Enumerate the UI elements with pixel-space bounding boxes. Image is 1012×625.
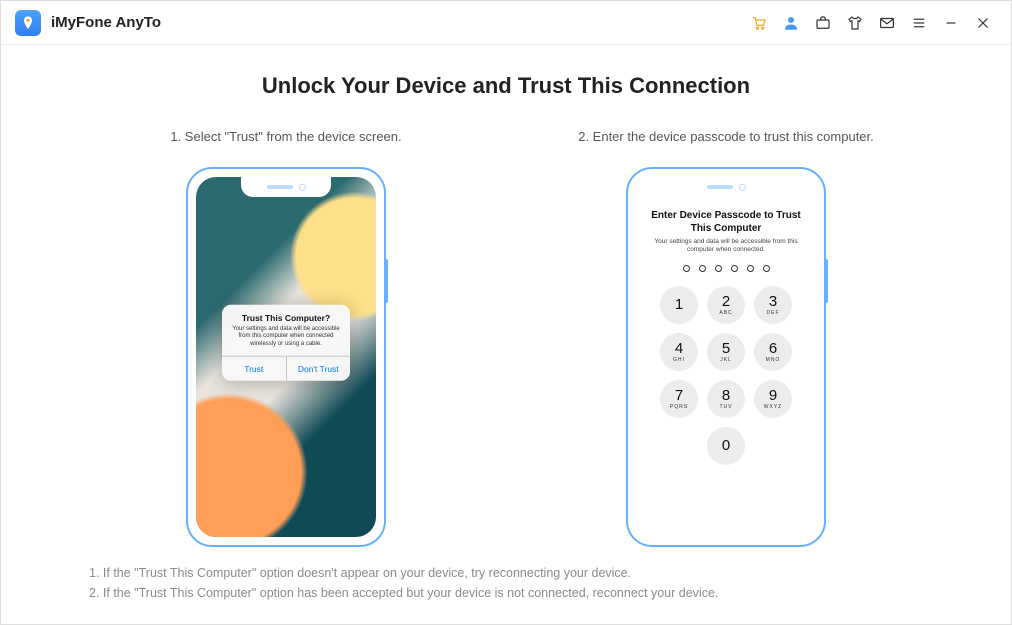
shirt-icon[interactable]	[841, 9, 869, 37]
keypad-key-2[interactable]: 2ABC	[707, 286, 745, 324]
passcode-screen: Enter Device Passcode to Trust This Comp…	[636, 177, 816, 537]
keypad-key-9[interactable]: 9WXYZ	[754, 380, 792, 418]
trust-dialog: Trust This Computer? Your settings and d…	[222, 304, 350, 381]
step1-text: 1. Select "Trust" from the device screen…	[170, 117, 401, 157]
phone-side-button	[824, 259, 828, 303]
keypad-key-6[interactable]: 6MNO	[754, 333, 792, 371]
cart-icon[interactable]	[745, 9, 773, 37]
keypad-key-1[interactable]: 1	[660, 286, 698, 324]
tip-2: 2. If the "Trust This Computer" option h…	[89, 583, 951, 603]
keypad-key-4[interactable]: 4GHI	[660, 333, 698, 371]
tips: 1. If the "Trust This Computer" option d…	[61, 563, 951, 603]
keypad-key-3[interactable]: 3DEF	[754, 286, 792, 324]
step2-column: 2. Enter the device passcode to trust th…	[576, 117, 876, 547]
dont-trust-button[interactable]: Don't Trust	[286, 357, 351, 381]
app-title: iMyFone AnyTo	[51, 14, 161, 31]
phone-illustration-2: Enter Device Passcode to Trust This Comp…	[626, 167, 826, 547]
phone-side-button	[384, 259, 388, 303]
phone-notch	[241, 177, 331, 197]
mail-icon[interactable]	[873, 9, 901, 37]
menu-icon[interactable]	[905, 9, 933, 37]
briefcase-icon[interactable]	[809, 9, 837, 37]
phone-illustration-1: Trust This Computer? Your settings and d…	[186, 167, 386, 547]
keypad: 12ABC3DEF 4GHI5JKL6MNO 7PQRS8TUV9WXYZ0	[636, 286, 816, 465]
main-content: Unlock Your Device and Trust This Connec…	[1, 45, 1011, 615]
keypad-key-0[interactable]: 0	[707, 427, 745, 465]
page-title: Unlock Your Device and Trust This Connec…	[61, 73, 951, 99]
minimize-button[interactable]	[937, 9, 965, 37]
passcode-subtitle: Your settings and data will be accessibl…	[636, 235, 816, 255]
passcode-title: Enter Device Passcode to Trust This Comp…	[636, 209, 816, 235]
keypad-key-7[interactable]: 7PQRS	[660, 380, 698, 418]
dialog-title: Trust This Computer?	[222, 304, 350, 325]
step2-text: 2. Enter the device passcode to trust th…	[578, 117, 874, 157]
passcode-dots	[636, 265, 816, 272]
app-logo	[15, 10, 41, 36]
keypad-key-8[interactable]: 8TUV	[707, 380, 745, 418]
phone-notch	[681, 177, 771, 197]
tip-1: 1. If the "Trust This Computer" option d…	[89, 563, 951, 583]
keypad-key-5[interactable]: 5JKL	[707, 333, 745, 371]
dialog-body: Your settings and data will be accessibl…	[222, 325, 350, 356]
step1-column: 1. Select "Trust" from the device screen…	[136, 117, 436, 547]
titlebar: iMyFone AnyTo	[1, 1, 1011, 45]
close-button[interactable]	[969, 9, 997, 37]
user-icon[interactable]	[777, 9, 805, 37]
trust-button[interactable]: Trust	[222, 357, 286, 381]
